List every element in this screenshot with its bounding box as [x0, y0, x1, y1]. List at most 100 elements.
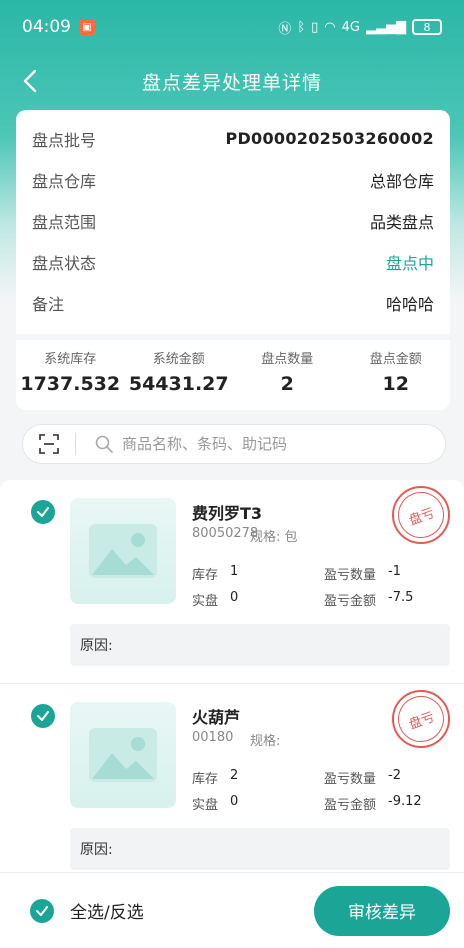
product-image: [70, 498, 176, 604]
item-checkbox[interactable]: [31, 500, 55, 524]
list-item[interactable]: 费列罗T3 80050278 规格: 包 库存 1 实盘 0 盈亏数量 -1 盈…: [0, 480, 464, 684]
scope-value: 品类盘点: [369, 212, 434, 232]
actual-value: 0: [230, 794, 239, 809]
stock-field: 库存 2: [192, 768, 238, 787]
status-value: 盘点中: [385, 253, 434, 273]
select-all-label: 全选/反选: [70, 903, 144, 923]
warehouse-value: 总部仓库: [369, 171, 434, 191]
info-row-status: 盘点状态 盘点中: [32, 241, 434, 282]
check-icon: [37, 711, 49, 721]
nfc-icon: Ⓝ: [278, 21, 292, 37]
signal-icon: ▂▃▅▇: [366, 19, 406, 35]
search-input[interactable]: [122, 435, 422, 453]
scan-button[interactable]: [23, 424, 75, 464]
wifi-icon: ◠: [324, 19, 336, 35]
batch-value: PD0000202503260002: [225, 129, 434, 148]
stat-value: 2: [280, 373, 294, 395]
image-placeholder-icon: [89, 524, 157, 578]
notification-icon: ▣: [79, 19, 95, 35]
status-time: 04:09: [22, 17, 71, 37]
diff-qty-label: 盈亏数量: [324, 772, 377, 787]
loss-stamp: 盘亏: [391, 485, 451, 545]
stat-count-qty: 盘点数量 2: [233, 340, 342, 410]
product-name: 火葫芦: [192, 708, 241, 727]
back-button[interactable]: [16, 66, 46, 96]
product-spec: 规格: 包: [250, 530, 298, 545]
info-row-remark: 备注 哈哈哈: [32, 282, 434, 323]
stat-count-amount: 盘点金额 12: [342, 340, 451, 410]
actual-field: 实盘 0: [192, 590, 238, 609]
info-row-scope: 盘点范围 品类盘点: [32, 200, 434, 241]
signal-label: 4G: [341, 19, 360, 35]
warehouse-label: 盘点仓库: [32, 171, 97, 191]
bluetooth-icon: ᛒ: [297, 19, 306, 35]
stock-value: 1: [230, 564, 239, 579]
item-checkbox[interactable]: [31, 704, 55, 728]
info-row-warehouse: 盘点仓库 总部仓库: [32, 159, 434, 200]
vibrate-icon: ▯: [311, 19, 319, 35]
product-name: 费列罗T3: [192, 504, 263, 523]
diff-amount-label: 盈亏金额: [324, 594, 377, 609]
stamp-label: 盘亏: [391, 689, 451, 749]
actual-label: 实盘: [192, 594, 219, 609]
scan-icon: [39, 434, 59, 454]
item-list: 费列罗T3 80050278 规格: 包 库存 1 实盘 0 盈亏数量 -1 盈…: [0, 480, 464, 872]
info-row-batch: 盘点批号 PD0000202503260002: [32, 118, 434, 159]
product-image: [70, 702, 176, 808]
reason-field[interactable]: 原因:: [70, 624, 450, 666]
stat-system-amount: 系统金额 54431.27: [125, 340, 234, 410]
product-spec: 规格:: [250, 734, 281, 749]
check-icon: [36, 905, 48, 916]
stats-row: 系统库存 1737.532 系统金额 54431.27 盘点数量 2 盘点金额 …: [16, 334, 450, 410]
diff-amount-value: -7.5: [388, 590, 414, 605]
select-all-toggle[interactable]: 全选/反选: [30, 898, 144, 923]
stat-label: 盘点数量: [261, 352, 314, 367]
diff-amount-value: -9.12: [388, 794, 422, 809]
select-all-checkbox[interactable]: [30, 898, 54, 923]
actual-label: 实盘: [192, 798, 219, 813]
stat-label: 系统库存: [44, 352, 97, 367]
stock-field: 库存 1: [192, 564, 238, 583]
diff-qty-value: -2: [388, 768, 401, 783]
check-icon: [37, 507, 49, 517]
battery-level: 8: [423, 20, 431, 34]
audit-difference-button[interactable]: 审核差异: [314, 885, 450, 936]
stock-label: 库存: [192, 772, 219, 787]
status-label: 盘点状态: [32, 253, 97, 273]
stat-value: 1737.532: [20, 373, 121, 395]
product-code: 00180: [192, 730, 234, 745]
batch-label: 盘点批号: [32, 130, 97, 150]
nav-bar: 盘点差异处理单详情: [0, 56, 464, 106]
image-placeholder-icon: [89, 728, 157, 782]
footer-bar: 全选/反选 审核差异: [0, 872, 464, 948]
diff-amount-label: 盈亏金额: [324, 798, 377, 813]
battery-icon: 8: [412, 19, 442, 35]
actual-value: 0: [230, 590, 239, 605]
list-item[interactable]: 火葫芦 00180 规格: 库存 2 实盘 0 盈亏数量 -2 盈亏金额 -9.…: [0, 684, 464, 872]
stat-value: 54431.27: [128, 373, 229, 395]
loss-stamp: 盘亏: [391, 689, 451, 749]
scope-label: 盘点范围: [32, 212, 97, 232]
diff-qty-label: 盈亏数量: [324, 568, 377, 583]
stat-system-stock: 系统库存 1737.532: [16, 340, 125, 410]
diff-amount-field: 盈亏金额 -7.5: [324, 590, 413, 609]
stock-value: 2: [230, 768, 239, 783]
stock-label: 库存: [192, 568, 219, 583]
page-title: 盘点差异处理单详情: [141, 71, 322, 94]
stat-value: 12: [382, 373, 409, 395]
chevron-left-icon: [23, 69, 37, 93]
search-bar: [22, 424, 446, 464]
stamp-label: 盘亏: [391, 485, 451, 545]
remark-label: 备注: [32, 294, 65, 314]
diff-qty-value: -1: [388, 564, 401, 579]
reason-field[interactable]: 原因:: [70, 828, 450, 870]
info-card: 盘点批号 PD0000202503260002 盘点仓库 总部仓库 盘点范围 品…: [16, 110, 450, 410]
diff-qty-field: 盈亏数量 -2: [324, 768, 401, 787]
diff-qty-field: 盈亏数量 -1: [324, 564, 401, 583]
stat-label: 盘点金额: [369, 352, 422, 367]
remark-value: 哈哈哈: [385, 294, 434, 314]
search-icon: [95, 435, 113, 453]
status-bar: 04:09 ▣ Ⓝ ᛒ ▯ ◠ 4G ▂▃▅▇ 8: [0, 0, 464, 54]
search-divider: [75, 433, 76, 455]
diff-amount-field: 盈亏金额 -9.12: [324, 794, 422, 813]
